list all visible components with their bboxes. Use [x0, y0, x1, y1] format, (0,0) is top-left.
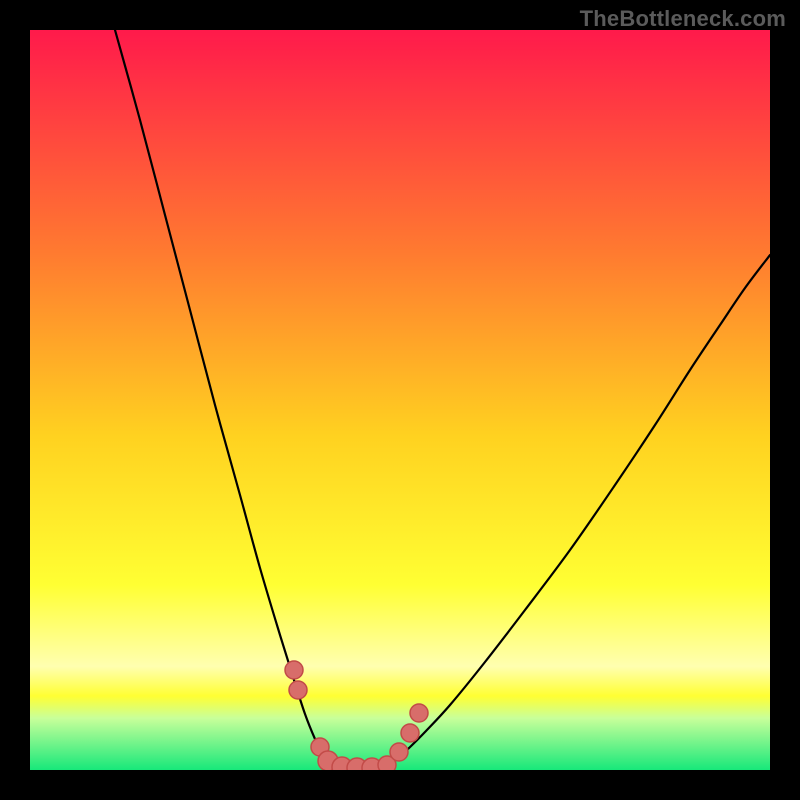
marker-point-8	[390, 743, 408, 761]
marker-point-0	[285, 661, 303, 679]
watermark-text: TheBottleneck.com	[580, 6, 786, 32]
chart-frame	[30, 30, 770, 770]
marker-point-9	[401, 724, 419, 742]
gradient-background	[30, 30, 770, 770]
marker-point-10	[410, 704, 428, 722]
marker-point-1	[289, 681, 307, 699]
bottleneck-chart	[30, 30, 770, 770]
